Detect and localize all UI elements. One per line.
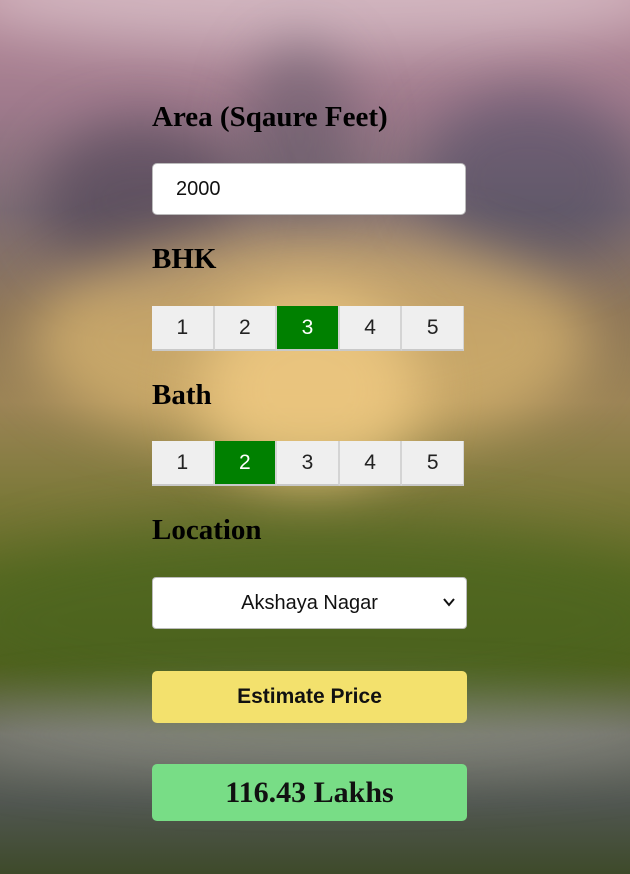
location-heading: Location xyxy=(152,514,262,546)
bath-options: 1 2 3 4 5 xyxy=(152,441,464,486)
bath-option-3[interactable]: 3 xyxy=(277,441,340,486)
estimated-price-result: 116.43 Lakhs xyxy=(152,764,467,821)
location-select[interactable]: Akshaya Nagar xyxy=(152,577,467,629)
bhk-option-1[interactable]: 1 xyxy=(152,306,215,351)
bhk-option-5[interactable]: 5 xyxy=(402,306,464,351)
area-input[interactable] xyxy=(152,163,466,215)
bhk-option-4[interactable]: 4 xyxy=(339,306,403,351)
chevron-down-icon xyxy=(443,598,455,607)
area-heading: Area (Sqaure Feet) xyxy=(152,101,388,133)
bhk-options: 1 2 3 4 5 xyxy=(152,306,464,351)
location-selected-value: Akshaya Nagar xyxy=(241,591,378,614)
bhk-option-2[interactable]: 2 xyxy=(214,306,278,351)
estimate-price-button[interactable]: Estimate Price xyxy=(152,671,467,723)
bhk-option-3[interactable]: 3 xyxy=(277,306,340,351)
bath-heading: Bath xyxy=(152,379,212,411)
bath-option-4[interactable]: 4 xyxy=(339,441,403,486)
bath-option-5[interactable]: 5 xyxy=(402,441,464,486)
bath-option-2[interactable]: 2 xyxy=(214,441,278,486)
bath-option-1[interactable]: 1 xyxy=(152,441,215,486)
bhk-heading: BHK xyxy=(152,243,217,275)
